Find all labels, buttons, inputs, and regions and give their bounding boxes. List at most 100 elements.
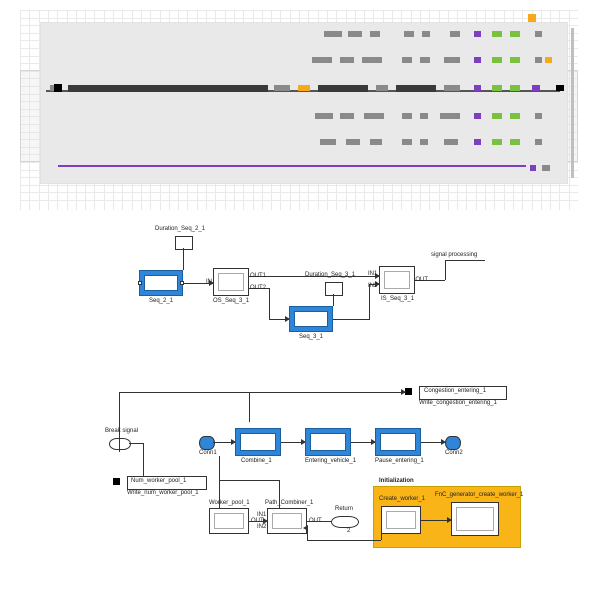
port-conn1[interactable]	[199, 436, 215, 450]
label-conn2: Conn2	[445, 450, 463, 456]
timeline-segment	[474, 85, 481, 91]
timeline-segment	[510, 31, 520, 37]
label-signal-processing: signal processing	[431, 252, 477, 258]
timeline-segment	[298, 85, 310, 91]
timeline-segment	[444, 139, 458, 145]
label-combine: Combine_1	[241, 458, 272, 464]
tag-num-worker-pool[interactable]: Num_worker_pool_1	[127, 476, 207, 490]
timeline-segment	[58, 165, 526, 167]
block-duration-seq-2-1[interactable]	[175, 236, 193, 250]
timeline-panel	[20, 10, 578, 210]
block-path-combiner[interactable]	[267, 508, 307, 534]
timeline-segment	[348, 31, 362, 37]
timeline-segment	[340, 57, 354, 63]
timeline-segment	[492, 85, 502, 91]
block-seq-2-1[interactable]	[139, 270, 183, 296]
timeline-segment	[362, 57, 382, 63]
timeline-segment	[315, 113, 333, 119]
block-os-seq-3-1[interactable]: IN OUT1 OUT2	[213, 268, 249, 296]
timeline-segment	[556, 85, 564, 91]
label-fnc-generator: FnC_generator_create_worker_1	[435, 492, 523, 498]
timeline-segment	[530, 165, 536, 171]
label-initialization: Initialization	[379, 478, 414, 484]
timeline-segment	[370, 139, 382, 145]
label-create-worker: Create_worker_1	[379, 496, 425, 502]
diagram-middle: Seq_2_1 Duration_Seq_2_1 IN OUT1 OUT2 OS…	[109, 230, 489, 360]
timeline-segment	[440, 113, 460, 119]
timeline-segment	[420, 139, 428, 145]
timeline-segment	[444, 57, 460, 63]
label-duration-seq-2-1: Duration_Seq_2_1	[155, 226, 205, 232]
timeline-segment	[402, 139, 412, 145]
timeline-segment	[492, 113, 502, 119]
timeline-segment	[312, 57, 332, 63]
timeline-segment	[320, 139, 336, 145]
timeline-segment	[492, 31, 502, 37]
label-duration-seq-3-1: Duration_Seq_3_1	[305, 272, 355, 278]
block-combine[interactable]	[235, 428, 281, 456]
timeline-segment	[510, 139, 520, 145]
timeline-segment	[324, 31, 342, 37]
timeline-segment	[364, 113, 384, 119]
timeline-segment	[474, 31, 481, 37]
timeline-segment	[532, 85, 540, 91]
block-break-signal[interactable]	[109, 438, 131, 450]
label-break-signal: Break signal	[105, 428, 138, 434]
label-return: Return	[335, 506, 353, 512]
timeline-segment	[545, 57, 552, 63]
block-is-seq-3-1[interactable]: IN1 IN2 OUT	[379, 266, 415, 294]
timeline-segment	[318, 85, 368, 92]
label-os-seq-3-1: OS_Seq_3_1	[213, 298, 249, 304]
timeline-segment	[340, 113, 354, 119]
label-worker-pool: Worker_pool_1	[209, 500, 250, 506]
timeline-segment	[422, 31, 430, 37]
label-conn1: Conn1	[199, 450, 217, 456]
timeline-segment	[370, 31, 380, 37]
timeline-segment	[396, 85, 436, 92]
timeline-segment	[535, 113, 542, 119]
label-write-congestion: Write_congestion_entering_1	[419, 400, 497, 406]
timeline-marker-orange	[528, 14, 536, 22]
timeline-segment	[510, 85, 520, 91]
timeline-segment	[274, 85, 290, 91]
timeline-segment	[542, 165, 550, 171]
timeline-segment	[376, 85, 388, 91]
timeline-segment	[346, 139, 360, 145]
block-entering-vehicle[interactable]	[305, 428, 351, 456]
block-duration-seq-3-1[interactable]	[325, 282, 343, 296]
tag-congestion-entering[interactable]: Congestion_entering_1	[419, 386, 507, 400]
label-seq-2-1: Seq_2_1	[149, 298, 173, 304]
timeline-segment	[402, 113, 412, 119]
timeline-segment	[402, 57, 412, 63]
block-seq-3-1[interactable]	[289, 306, 333, 332]
timeline-segment	[535, 57, 542, 63]
label-is-seq-3-1: IS_Seq_3_1	[381, 296, 414, 302]
timeline-segment	[510, 57, 520, 63]
port-conn2[interactable]	[445, 436, 461, 450]
timeline-segment	[535, 139, 542, 145]
label-write-num-worker: Write_num_worker_pool_1	[127, 490, 199, 496]
block-worker-pool[interactable]	[209, 508, 249, 534]
label-path-combiner: Path_Combiner_1	[265, 500, 313, 506]
num-worker-terminator-icon	[113, 478, 120, 485]
block-create-worker[interactable]	[381, 506, 421, 534]
timeline-segment	[535, 31, 542, 37]
timeline-segment	[68, 85, 268, 92]
timeline-segment	[474, 57, 481, 63]
timeline-segment	[492, 139, 502, 145]
timeline-segment	[492, 57, 502, 63]
timeline-segment	[474, 113, 481, 119]
timeline-segment	[450, 31, 460, 37]
block-pause-entering[interactable]	[375, 428, 421, 456]
congestion-terminator-icon	[405, 388, 412, 395]
block-return[interactable]	[331, 516, 359, 528]
timeline-segment	[420, 57, 430, 63]
timeline-grid	[20, 10, 578, 210]
label-entering: Entering_vehicle_1	[305, 458, 356, 464]
diagram-bottom: Congestion_entering_1 Write_congestion_e…	[59, 380, 539, 570]
timeline-segment	[420, 113, 428, 119]
block-fnc-generator[interactable]	[451, 502, 499, 536]
timeline-segment	[510, 113, 520, 119]
timeline-segment	[404, 31, 414, 37]
label-pause: Pause_entering_1	[375, 458, 424, 464]
